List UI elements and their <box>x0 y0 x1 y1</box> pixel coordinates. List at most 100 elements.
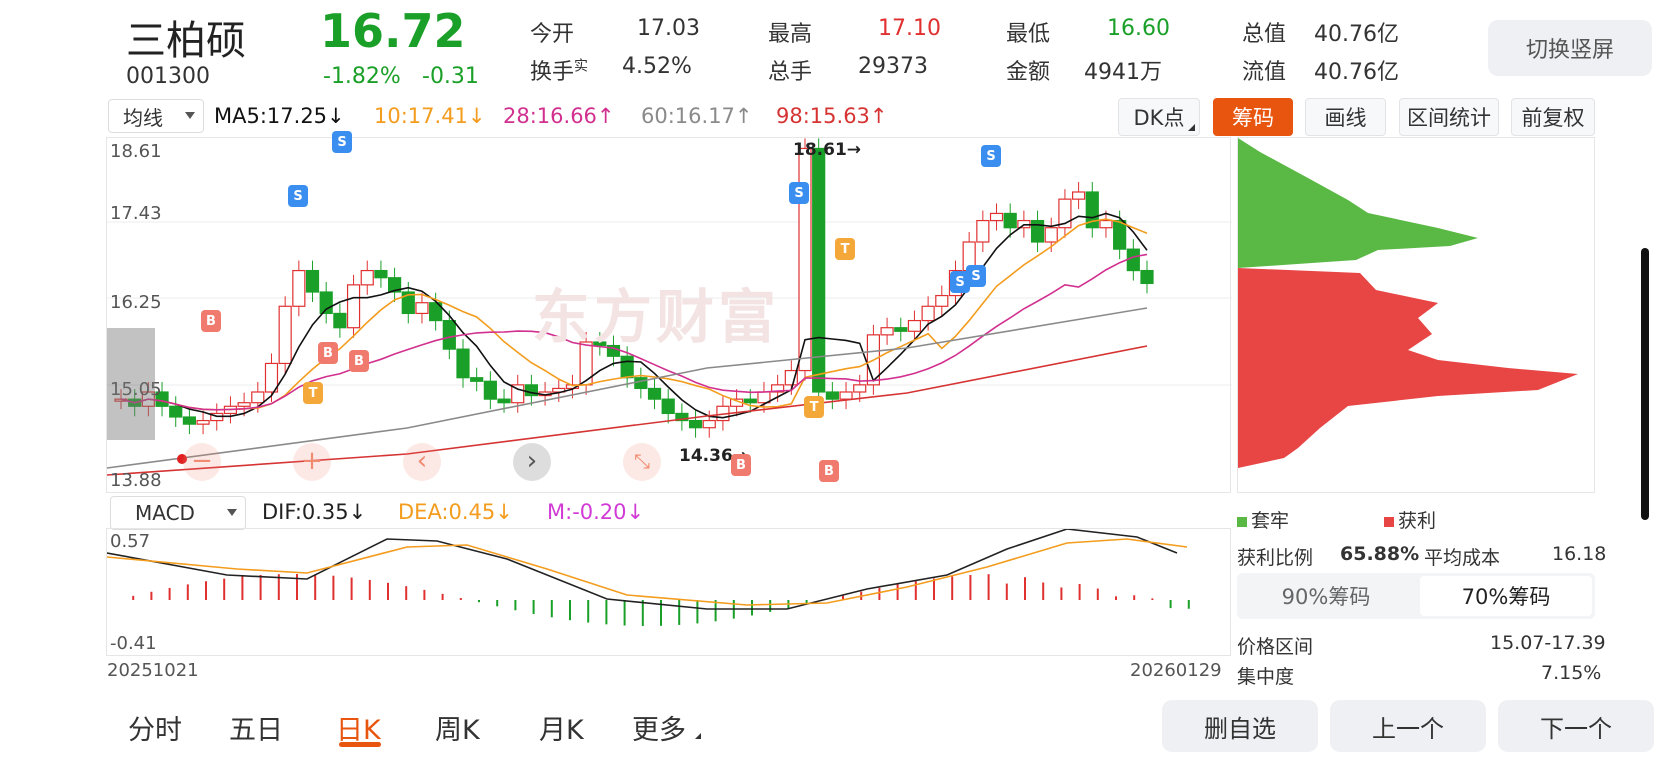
selection-handle[interactable] <box>107 328 155 440</box>
dk-point-label: DK点 <box>1133 106 1185 130</box>
y-label-bottom: 13.88 <box>110 470 162 491</box>
candle <box>237 402 251 407</box>
candle <box>1044 227 1058 243</box>
candle <box>620 355 634 379</box>
dk-point-button[interactable]: DK点 <box>1118 98 1200 136</box>
candle <box>346 284 361 329</box>
switch-portrait-button[interactable]: 切换竖屏 <box>1488 20 1652 76</box>
forward-adjust-button[interactable]: 前复权 <box>1511 98 1595 136</box>
buy-marker: B <box>201 310 221 332</box>
amount-value: 4941万 <box>1084 60 1162 85</box>
candle <box>634 377 648 390</box>
indicator-select[interactable]: 均线 <box>108 99 204 133</box>
high-value: 17.10 <box>878 16 941 41</box>
candle <box>702 419 716 429</box>
chip-profit-area <box>1238 268 1578 468</box>
range-stats-button[interactable]: 区间统计 <box>1399 98 1499 136</box>
sell-marker: S <box>981 145 1001 167</box>
t-marker: T <box>303 382 323 404</box>
tab-intraday[interactable]: 分时 <box>128 708 182 747</box>
candle <box>497 398 511 404</box>
draw-line-button[interactable]: 画线 <box>1305 98 1386 136</box>
chevron-down-icon <box>185 112 195 119</box>
stock-name: 三柏硕 <box>126 18 246 64</box>
scroll-right-icon[interactable]: › <box>513 443 551 481</box>
scroll-left-icon[interactable]: ‹ <box>403 443 441 481</box>
candle <box>853 384 867 393</box>
tab-chips-90[interactable]: 90%筹码 <box>1240 576 1412 616</box>
red-square-icon <box>1384 517 1394 527</box>
scrollbar[interactable] <box>1641 248 1649 520</box>
candle <box>1071 191 1086 200</box>
chips-button[interactable]: 筹码 <box>1213 98 1293 136</box>
y-label-top: 18.61 <box>110 141 162 162</box>
ma98-legend: 98:15.63↑ <box>776 104 888 128</box>
kline-chart[interactable]: 东方财富 18.61 17.43 16.25 15.05 13.88 18.61… <box>106 131 1232 493</box>
collapse-icon[interactable]: ⤡ <box>623 443 661 481</box>
candle <box>880 327 894 336</box>
corner-triangle-icon <box>1188 124 1195 131</box>
tab-five-day[interactable]: 五日 <box>229 708 283 747</box>
price-range-value: 15.07-17.39 <box>1490 632 1606 654</box>
candle <box>278 305 292 365</box>
candle <box>1030 219 1045 243</box>
t-marker: T <box>835 238 855 260</box>
green-square-icon <box>1237 517 1247 527</box>
watermark: 东方财富 <box>532 283 781 351</box>
tab-more[interactable]: 更多 <box>632 708 701 747</box>
ma28-legend: 28:16.66↑ <box>503 104 615 128</box>
change-percent: -1.82% <box>323 64 401 89</box>
candle <box>688 419 703 429</box>
buy-marker: B <box>318 342 338 364</box>
tab-chips-70[interactable]: 70%筹码 <box>1420 576 1592 616</box>
ma10-legend: 10:17.41↓ <box>374 104 486 128</box>
macd-chart[interactable]: 0.57 -0.41 <box>106 528 1231 656</box>
candle <box>196 419 210 425</box>
previous-stock-button[interactable]: 上一个 <box>1330 700 1486 752</box>
candle <box>1126 248 1140 272</box>
candle <box>182 416 197 425</box>
active-tab-indicator <box>339 742 381 747</box>
candle <box>251 391 265 404</box>
candle <box>743 398 757 404</box>
avg-cost-value: 16.18 <box>1552 543 1607 565</box>
next-stock-button[interactable]: 下一个 <box>1498 700 1654 752</box>
candle <box>169 405 183 418</box>
candle <box>976 219 990 243</box>
candle <box>1113 219 1127 250</box>
chip-distribution-chart <box>1237 137 1595 493</box>
start-date: 20251021 <box>107 660 199 681</box>
concentration-value: 7.15% <box>1541 662 1602 684</box>
zoom-out-icon[interactable]: − <box>183 443 221 481</box>
chip-svg <box>1238 138 1578 468</box>
float-cap-label: 流值 <box>1242 60 1287 85</box>
high-price-marker: 18.61→ <box>793 140 862 160</box>
candle <box>989 212 1004 222</box>
candle <box>1140 269 1154 285</box>
candle <box>825 391 839 400</box>
candle <box>812 147 826 393</box>
turnover-sup: 实 <box>574 58 589 75</box>
candle <box>907 319 922 332</box>
end-date: 20260129 <box>1130 660 1222 681</box>
open-label: 今开 <box>530 22 575 47</box>
candle <box>839 391 853 400</box>
macd-select[interactable]: MACD <box>110 496 246 530</box>
concentration-label: 集中度 <box>1237 666 1295 688</box>
dif-legend: DIF:0.35↓ <box>262 500 367 524</box>
tab-monthly-k[interactable]: 月K <box>539 708 584 747</box>
buy-marker: B <box>349 350 369 372</box>
t-marker: T <box>804 396 824 418</box>
sell-marker: S <box>288 185 308 207</box>
candle <box>333 312 347 329</box>
zoom-in-icon[interactable]: + <box>293 443 331 481</box>
float-cap-value: 40.76亿 <box>1314 60 1399 85</box>
turnover-label: 换手实 <box>530 58 589 85</box>
chip-trapped-area <box>1238 138 1478 268</box>
candle <box>1099 219 1113 229</box>
volume-value: 29373 <box>858 54 928 79</box>
tab-weekly-k[interactable]: 周K <box>435 708 480 747</box>
high-label: 最高 <box>768 22 813 47</box>
dea-legend: DEA:0.45↓ <box>398 500 513 524</box>
remove-watchlist-button[interactable]: 删自选 <box>1162 700 1318 752</box>
